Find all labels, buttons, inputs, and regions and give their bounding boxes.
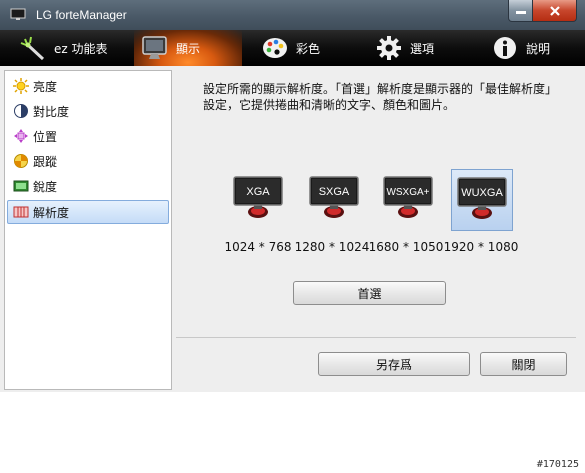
monitor-icon: XGA (233, 176, 283, 218)
window-title: LG forteManager (36, 8, 127, 22)
contrast-icon (13, 103, 29, 119)
sidebar-item-label: 跟蹤 (33, 154, 58, 169)
tab-color-label: 彩色 (296, 41, 321, 56)
watermark-id: #170125 (536, 459, 579, 470)
tab-help-label: 說明 (526, 41, 551, 56)
sidebar-item-tracking[interactable]: 跟蹤 (8, 150, 168, 172)
resolution-option-wsxga-plus[interactable]: WSXGA+ (378, 169, 438, 229)
app-window: LG forteManager ez 功能表 顯示 彩色 選項 說明 亮度 對比… (0, 0, 585, 392)
tab-ez-menu[interactable]: ez 功能表 (18, 30, 108, 66)
sidebar-item-label: 對比度 (33, 104, 70, 119)
magic-wand-icon (18, 34, 48, 62)
tab-color[interactable]: 彩色 (260, 30, 320, 66)
sidebar-item-brightness[interactable]: 亮度 (8, 75, 168, 97)
resolution-name: XGA (246, 186, 270, 198)
tab-ez-menu-label: ez 功能表 (54, 41, 108, 56)
resolution-size-label: 1280 * 1024 (294, 240, 370, 254)
resolution-name: WSXGA+ (386, 187, 429, 198)
resolution-option-xga[interactable]: XGA (228, 169, 288, 229)
monitor-icon (140, 34, 170, 62)
footer-divider (176, 337, 576, 338)
resolution-name: WUXGA (461, 187, 503, 199)
tab-display[interactable]: 顯示 (134, 30, 242, 66)
tab-help[interactable]: 說明 (490, 30, 550, 66)
close-icon (549, 5, 560, 16)
monitor-icon: WSXGA+ (383, 176, 433, 218)
resolution-size-label: 1920 * 1080 (443, 240, 519, 254)
sidebar-item-label: 解析度 (33, 205, 70, 220)
minimize-button[interactable] (508, 0, 533, 22)
sidebar-item-label: 位置 (33, 129, 58, 144)
close-button[interactable]: 關閉 (480, 352, 567, 376)
resolution-size-label: 1024 * 768 (224, 240, 292, 254)
tab-options-label: 選項 (410, 41, 435, 56)
resolution-option-sxga[interactable]: SXGA (304, 169, 364, 229)
title-bar[interactable]: LG forteManager (0, 0, 585, 30)
sidebar-item-label: 銳度 (33, 179, 58, 194)
minimize-icon (515, 10, 526, 14)
resolution-name: SXGA (319, 186, 350, 198)
info-icon (490, 34, 520, 62)
resolution-option-wuxga[interactable]: WUXGA (451, 169, 513, 231)
sidebar-item-contrast[interactable]: 對比度 (8, 100, 168, 122)
preferred-resolution-button[interactable]: 首選 (293, 281, 446, 305)
resolution-size-label: 1680 * 1050 (368, 240, 444, 254)
sidebar-item-position[interactable]: 位置 (8, 125, 168, 147)
gear-icon (374, 34, 404, 62)
monitor-icon: WUXGA (457, 177, 507, 219)
sharpness-icon (13, 178, 29, 194)
sidebar-item-sharpness[interactable]: 銳度 (8, 175, 168, 197)
palette-icon (260, 34, 290, 62)
main-toolbar: ez 功能表 顯示 彩色 選項 說明 (0, 30, 585, 66)
tab-options[interactable]: 選項 (374, 30, 434, 66)
monitor-icon: SXGA (309, 176, 359, 218)
sidebar-item-label: 亮度 (33, 79, 58, 94)
position-icon (13, 128, 29, 144)
settings-sidebar: 亮度 對比度 位置 跟蹤 銳度 解析度 (4, 70, 172, 390)
resolution-description: 設定所需的顯示解析度。「首選」解析度是顯示器的「最佳解析度」設定，它提供捲曲和清… (203, 82, 558, 112)
resolution-icon (13, 204, 29, 220)
brightness-icon (13, 78, 29, 94)
save-as-button[interactable]: 另存爲 (318, 352, 470, 376)
tab-display-label: 顯示 (176, 41, 201, 56)
close-window-button[interactable] (532, 0, 577, 22)
sidebar-item-resolution[interactable]: 解析度 (7, 200, 169, 224)
app-monitor-icon (10, 8, 26, 20)
tracking-icon (13, 153, 29, 169)
